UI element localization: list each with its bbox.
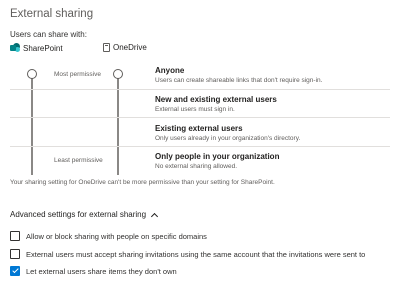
advanced-settings-toggle[interactable]: Advanced settings for external sharing: [10, 210, 159, 220]
most-permissive-label: Most permissive: [54, 71, 101, 78]
onedrive-label: OneDrive: [113, 43, 147, 52]
checkbox[interactable]: [10, 249, 20, 259]
checkbox-checked[interactable]: [10, 266, 20, 276]
sharepoint-slider-handle[interactable]: [27, 69, 37, 79]
checkbox-row-domains[interactable]: Allow or block sharing with people on sp…: [10, 231, 207, 241]
checkbox-row-reshare[interactable]: Let external users share items they don'…: [10, 266, 177, 276]
sharepoint-icon: [10, 43, 20, 53]
option-new-existing-description: External users must sign in.: [155, 106, 235, 113]
onedrive-icon: [103, 43, 110, 52]
option-existing-description: Only users already in your organization'…: [155, 135, 301, 142]
page-subtitle: Users can share with:: [10, 30, 87, 39]
option-anyone-description: Users can create shareable links that do…: [155, 77, 323, 84]
checkbox-label: Allow or block sharing with people on sp…: [26, 231, 207, 241]
divider: [10, 117, 390, 118]
option-new-existing-title[interactable]: New and existing external users: [155, 95, 277, 104]
option-anyone-title[interactable]: Anyone: [155, 66, 184, 75]
chevron-up-icon: [151, 212, 159, 220]
checkbox-label: Let external users share items they don'…: [26, 266, 177, 276]
option-existing-title[interactable]: Existing external users: [155, 124, 243, 133]
divider: [10, 89, 390, 90]
divider: [10, 146, 390, 147]
sharing-footnote: Your sharing setting for OneDrive can't …: [10, 179, 275, 186]
sharepoint-label: SharePoint: [23, 43, 63, 53]
checkbox-row-same-account[interactable]: External users must accept sharing invit…: [10, 249, 365, 259]
advanced-settings-label: Advanced settings for external sharing: [10, 210, 147, 219]
checkbox[interactable]: [10, 231, 20, 241]
checkbox-label: External users must accept sharing invit…: [26, 249, 366, 259]
option-org-only-title[interactable]: Only people in your organization: [155, 152, 279, 161]
option-org-only-description: No external sharing allowed.: [155, 163, 238, 170]
onedrive-slider-handle[interactable]: [113, 69, 123, 79]
least-permissive-label: Least permissive: [54, 157, 103, 164]
onedrive-header: OneDrive: [103, 43, 147, 52]
page-title: External sharing: [10, 8, 94, 20]
sharepoint-header: SharePoint: [10, 43, 63, 53]
